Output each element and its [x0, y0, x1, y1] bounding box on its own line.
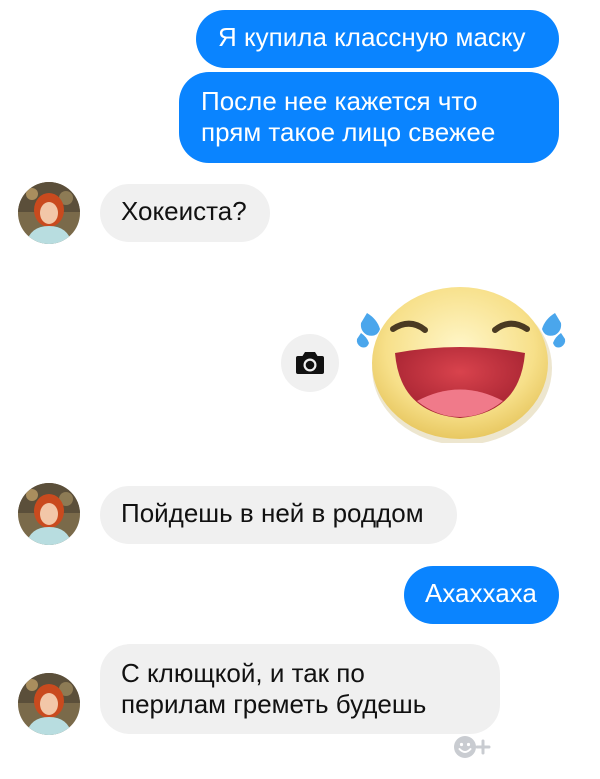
message-text: Хокеиста? — [121, 196, 247, 226]
message-text-line: перилам греметь будешь — [121, 689, 427, 719]
incoming-message[interactable]: Пойдешь в ней в роддом — [100, 486, 457, 544]
outgoing-message[interactable]: Я купила классную маску — [196, 10, 559, 68]
message-text: Пойдешь в ней в роддом — [121, 498, 424, 528]
incoming-message[interactable]: Хокеиста? — [100, 184, 270, 242]
add-reaction-icon — [454, 736, 491, 758]
outgoing-message[interactable]: Ахаххаха — [404, 566, 559, 624]
chat-thread: Я купила классную маску После нее кажетс… — [0, 0, 600, 779]
incoming-message[interactable]: С клющкой, и так по перилам греметь буде… — [100, 644, 500, 734]
message-text: Я купила классную маску — [218, 22, 526, 52]
message-text-line: прям такое лицо свежее — [201, 117, 496, 147]
avatar-image — [18, 182, 80, 244]
contact-avatar[interactable] — [18, 673, 80, 735]
avatar-image — [18, 483, 80, 545]
outgoing-message[interactable]: После нее кажется что прям такое лицо св… — [179, 72, 559, 163]
avatar-image — [18, 673, 80, 735]
add-reaction-button[interactable] — [452, 733, 494, 761]
contact-avatar[interactable] — [18, 182, 80, 244]
message-text-line: С клющкой, и так по — [121, 658, 365, 688]
laughing-emoji-icon — [356, 287, 566, 445]
laughing-emoji-sticker[interactable] — [355, 283, 567, 445]
camera-icon — [296, 352, 324, 374]
contact-avatar[interactable] — [18, 483, 80, 545]
message-text: Ахаххаха — [425, 578, 537, 608]
camera-button[interactable] — [281, 334, 339, 392]
message-text-line: После нее кажется что — [201, 86, 478, 116]
